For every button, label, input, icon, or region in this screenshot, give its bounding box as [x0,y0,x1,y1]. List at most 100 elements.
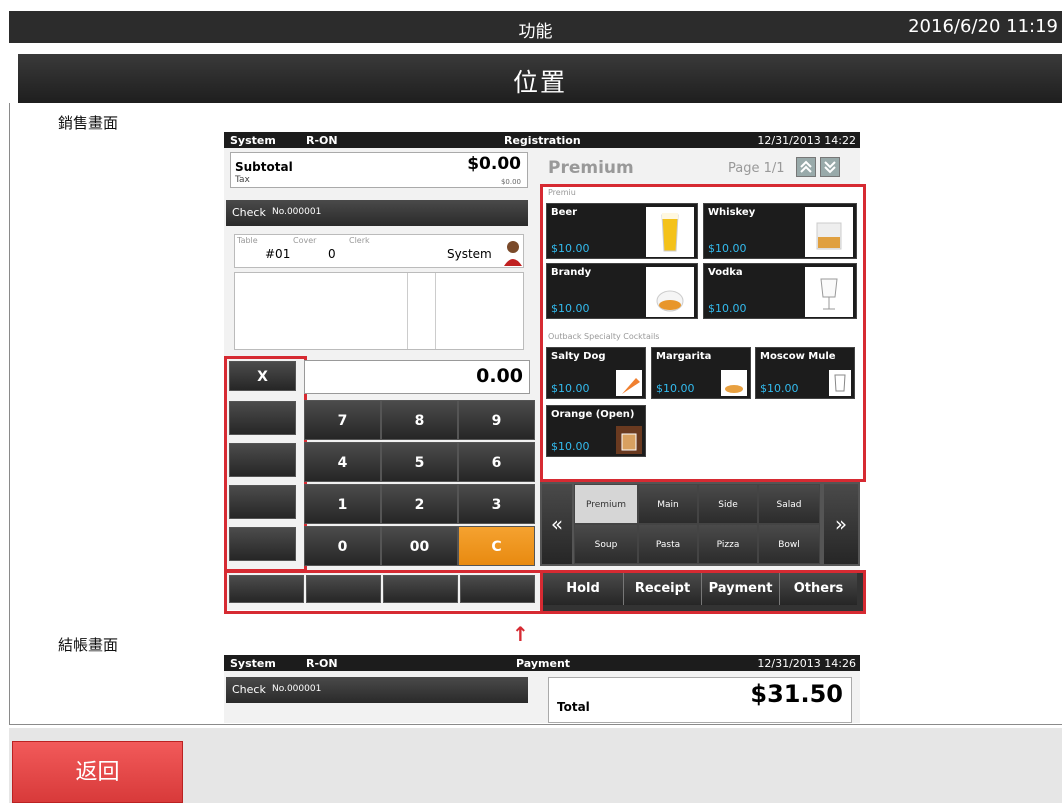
key-1[interactable]: 1 [304,484,381,524]
key-8[interactable]: 8 [381,400,458,440]
group-cocktails-label: Outback Specialty Cocktails [548,332,660,341]
category-premium[interactable]: Premium [574,484,638,524]
key-0[interactable]: 0 [304,526,381,566]
checkout-section-label: 結帳畫面 [58,636,119,654]
tax-value: $0.00 [500,178,521,186]
entry-display: 0.00 [304,360,530,394]
category-pasta[interactable]: Pasta [638,524,698,564]
subtotal-label: Subtotal [235,160,293,174]
action-buttons: Hold Receipt Payment Others [540,570,866,614]
entry-value: 0.00 [476,365,523,387]
key-9[interactable]: 9 [458,400,535,440]
key-3[interactable]: 3 [458,484,535,524]
item-name: Margarita [656,351,712,362]
checkout-user: System [230,657,276,670]
table-label: Table [237,236,258,245]
key-7[interactable]: 7 [304,400,381,440]
key-5[interactable]: 5 [381,442,458,482]
item-whiskey[interactable]: Whiskey $10.00 [703,203,857,259]
category-selector: « Premium Main Side Salad Soup Pasta Piz… [540,482,860,566]
bottom-key-4[interactable] [460,575,535,603]
key-4[interactable]: 4 [304,442,381,482]
arrow-up-icon: ↑ [512,622,529,646]
function-key-3[interactable] [229,485,296,519]
category-pizza[interactable]: Pizza [698,524,758,564]
item-price: $10.00 [760,382,799,395]
page-title: 位置 [512,68,567,97]
item-margarita[interactable]: Margarita $10.00 [651,347,751,399]
item-vodka[interactable]: Vodka $10.00 [703,263,857,319]
key-2[interactable]: 2 [381,484,458,524]
receipt-button[interactable]: Receipt [623,573,701,605]
order-list[interactable] [234,272,524,350]
item-beer[interactable]: Beer $10.00 [546,203,698,259]
top-bar-title: 功能 [518,22,553,42]
brandy-glass-icon [646,267,694,317]
item-price: $10.00 [656,382,695,395]
checkout-mode: R-ON [306,657,338,670]
pos-datetime: 12/31/2013 14:22 [757,134,856,147]
table-value: #01 [265,247,291,261]
page-down-icon[interactable] [820,157,840,177]
function-key-2[interactable] [229,443,296,477]
function-key-1[interactable] [229,401,296,435]
item-brandy[interactable]: Brandy $10.00 [546,263,698,319]
vodka-glass-icon [805,267,853,317]
check-bar: Check No.000001 [226,200,528,226]
margarita-icon [721,370,747,396]
key-00[interactable]: 00 [381,526,458,566]
subtotal-value: $0.00 [467,154,521,174]
cover-label: Cover [293,236,317,245]
item-price: $10.00 [708,242,747,255]
total-value: $31.50 [750,680,843,708]
item-name: Whiskey [708,207,756,218]
item-name: Moscow Mule [760,351,836,362]
payment-button[interactable]: Payment [701,573,779,605]
category-prev-icon[interactable]: « [542,484,572,564]
left-function-keys: X [224,356,307,572]
item-orange-open[interactable]: Orange (Open) $10.00 [546,405,646,457]
item-moscow-mule[interactable]: Moscow Mule $10.00 [755,347,855,399]
clerk-value: System [447,247,492,261]
cover-value: 0 [328,247,336,261]
multiply-key[interactable]: X [229,361,296,391]
item-price: $10.00 [551,382,590,395]
others-button[interactable]: Others [779,573,857,605]
top-bar: 功能 2016/6/20 11:19 [9,11,1062,43]
item-salty-dog[interactable]: Salty Dog $10.00 [546,347,646,399]
check-number: No.000001 [272,207,322,217]
category-next-icon[interactable]: » [824,484,858,564]
clear-key[interactable]: C [458,526,535,566]
moscow-mule-icon [829,370,851,396]
item-price: $10.00 [551,440,590,453]
pos-user: System [230,134,276,147]
item-name: Vodka [708,267,743,278]
function-key-4[interactable] [229,527,296,561]
item-price: $10.00 [708,302,747,315]
hold-button[interactable]: Hold [543,573,623,605]
category-soup[interactable]: Soup [574,524,638,564]
bottom-key-1[interactable] [229,575,304,603]
beer-glass-icon [646,207,694,257]
menu-items-panel: Premiu Beer $10.00 Whiskey $10.00 Brandy… [540,184,866,482]
whiskey-glass-icon [805,207,853,257]
key-6[interactable]: 6 [458,442,535,482]
back-button[interactable]: 返回 [12,741,183,803]
category-bowl[interactable]: Bowl [758,524,820,564]
sales-section-label: 銷售畫面 [58,114,119,132]
category-salad[interactable]: Salad [758,484,820,524]
item-name: Brandy [551,267,592,278]
bottom-key-3[interactable] [383,575,458,603]
clerk-avatar [503,238,523,266]
category-side[interactable]: Side [698,484,758,524]
page-up-icon[interactable] [796,157,816,177]
bottom-key-2[interactable] [306,575,381,603]
checkout-check-bar: Check No.000001 [226,677,528,703]
sales-screen-preview: System R-ON Registration 12/31/2013 14:2… [224,132,866,614]
checkout-screen-name: Payment [516,657,571,670]
pos-mode: R-ON [306,134,338,147]
item-price: $10.00 [551,302,590,315]
item-name: Beer [551,207,578,218]
category-main[interactable]: Main [638,484,698,524]
page-indicator: Page 1/1 [728,161,785,176]
